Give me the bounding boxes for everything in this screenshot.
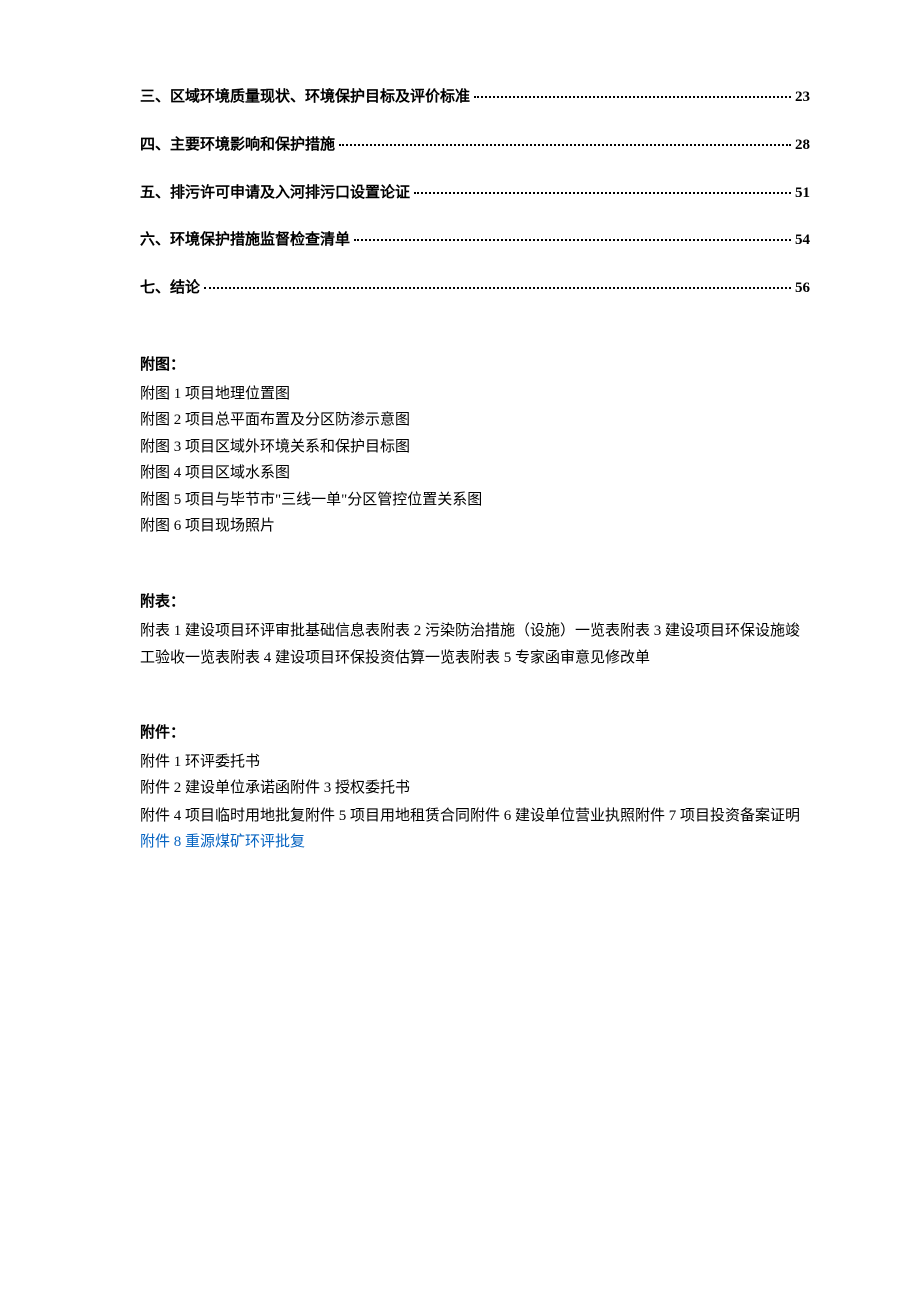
attachments-heading: 附件： — [140, 721, 810, 746]
toc-leader-dots — [474, 96, 791, 98]
toc-entry: 三、区域环境质量现状、环境保护目标及评价标准 23 — [140, 85, 810, 110]
toc-leader-dots — [354, 239, 791, 241]
toc-entry: 七、结论 56 — [140, 276, 810, 301]
toc-entry: 五、排污许可申请及入河排污口设置论证 51 — [140, 181, 810, 206]
tables-section: 附表： 附表 1 建设项目环评审批基础信息表附表 2 污染防治措施（设施）一览表… — [140, 590, 810, 671]
table-of-contents: 三、区域环境质量现状、环境保护目标及评价标准 23 四、主要环境影响和保护措施 … — [140, 85, 810, 301]
toc-label: 四、主要环境影响和保护措施 — [140, 133, 335, 158]
figures-section: 附图： 附图 1 项目地理位置图 附图 2 项目总平面布置及分区防渗示意图 附图… — [140, 353, 810, 540]
attachments-section: 附件： 附件 1 环评委托书 附件 2 建设单位承诺函附件 3 授权委托书 附件… — [140, 721, 810, 856]
toc-page-number: 28 — [795, 133, 810, 158]
attachment-item: 附件 1 环评委托书 — [140, 750, 810, 776]
toc-entry: 四、主要环境影响和保护措施 28 — [140, 133, 810, 158]
attachment-link[interactable]: 附件 8 重源煤矿环评批复 — [140, 830, 810, 856]
toc-label: 五、排污许可申请及入河排污口设置论证 — [140, 181, 410, 206]
figure-item: 附图 3 项目区域外环境关系和保护目标图 — [140, 435, 810, 461]
tables-heading: 附表： — [140, 590, 810, 615]
figure-item: 附图 6 项目现场照片 — [140, 514, 810, 540]
toc-label: 三、区域环境质量现状、环境保护目标及评价标准 — [140, 85, 470, 110]
toc-page-number: 23 — [795, 85, 810, 110]
figure-item: 附图 2 项目总平面布置及分区防渗示意图 — [140, 408, 810, 434]
toc-entry: 六、环境保护措施监督检查清单 54 — [140, 228, 810, 253]
attachment-item: 附件 2 建设单位承诺函附件 3 授权委托书 — [140, 776, 810, 802]
figure-item: 附图 4 项目区域水系图 — [140, 461, 810, 487]
toc-page-number: 54 — [795, 228, 810, 253]
toc-leader-dots — [204, 287, 791, 289]
figures-heading: 附图： — [140, 353, 810, 378]
toc-page-number: 51 — [795, 181, 810, 206]
toc-label: 七、结论 — [140, 276, 200, 301]
toc-page-number: 56 — [795, 276, 810, 301]
figure-item: 附图 5 项目与毕节市"三线一单"分区管控位置关系图 — [140, 488, 810, 514]
attachment-item: 附件 4 项目临时用地批复附件 5 项目用地租赁合同附件 6 建设单位营业执照附… — [140, 803, 810, 829]
tables-paragraph: 附表 1 建设项目环评审批基础信息表附表 2 污染防治措施（设施）一览表附表 3… — [140, 618, 810, 671]
toc-label: 六、环境保护措施监督检查清单 — [140, 228, 350, 253]
figure-item: 附图 1 项目地理位置图 — [140, 382, 810, 408]
toc-leader-dots — [339, 144, 791, 146]
toc-leader-dots — [414, 192, 791, 194]
